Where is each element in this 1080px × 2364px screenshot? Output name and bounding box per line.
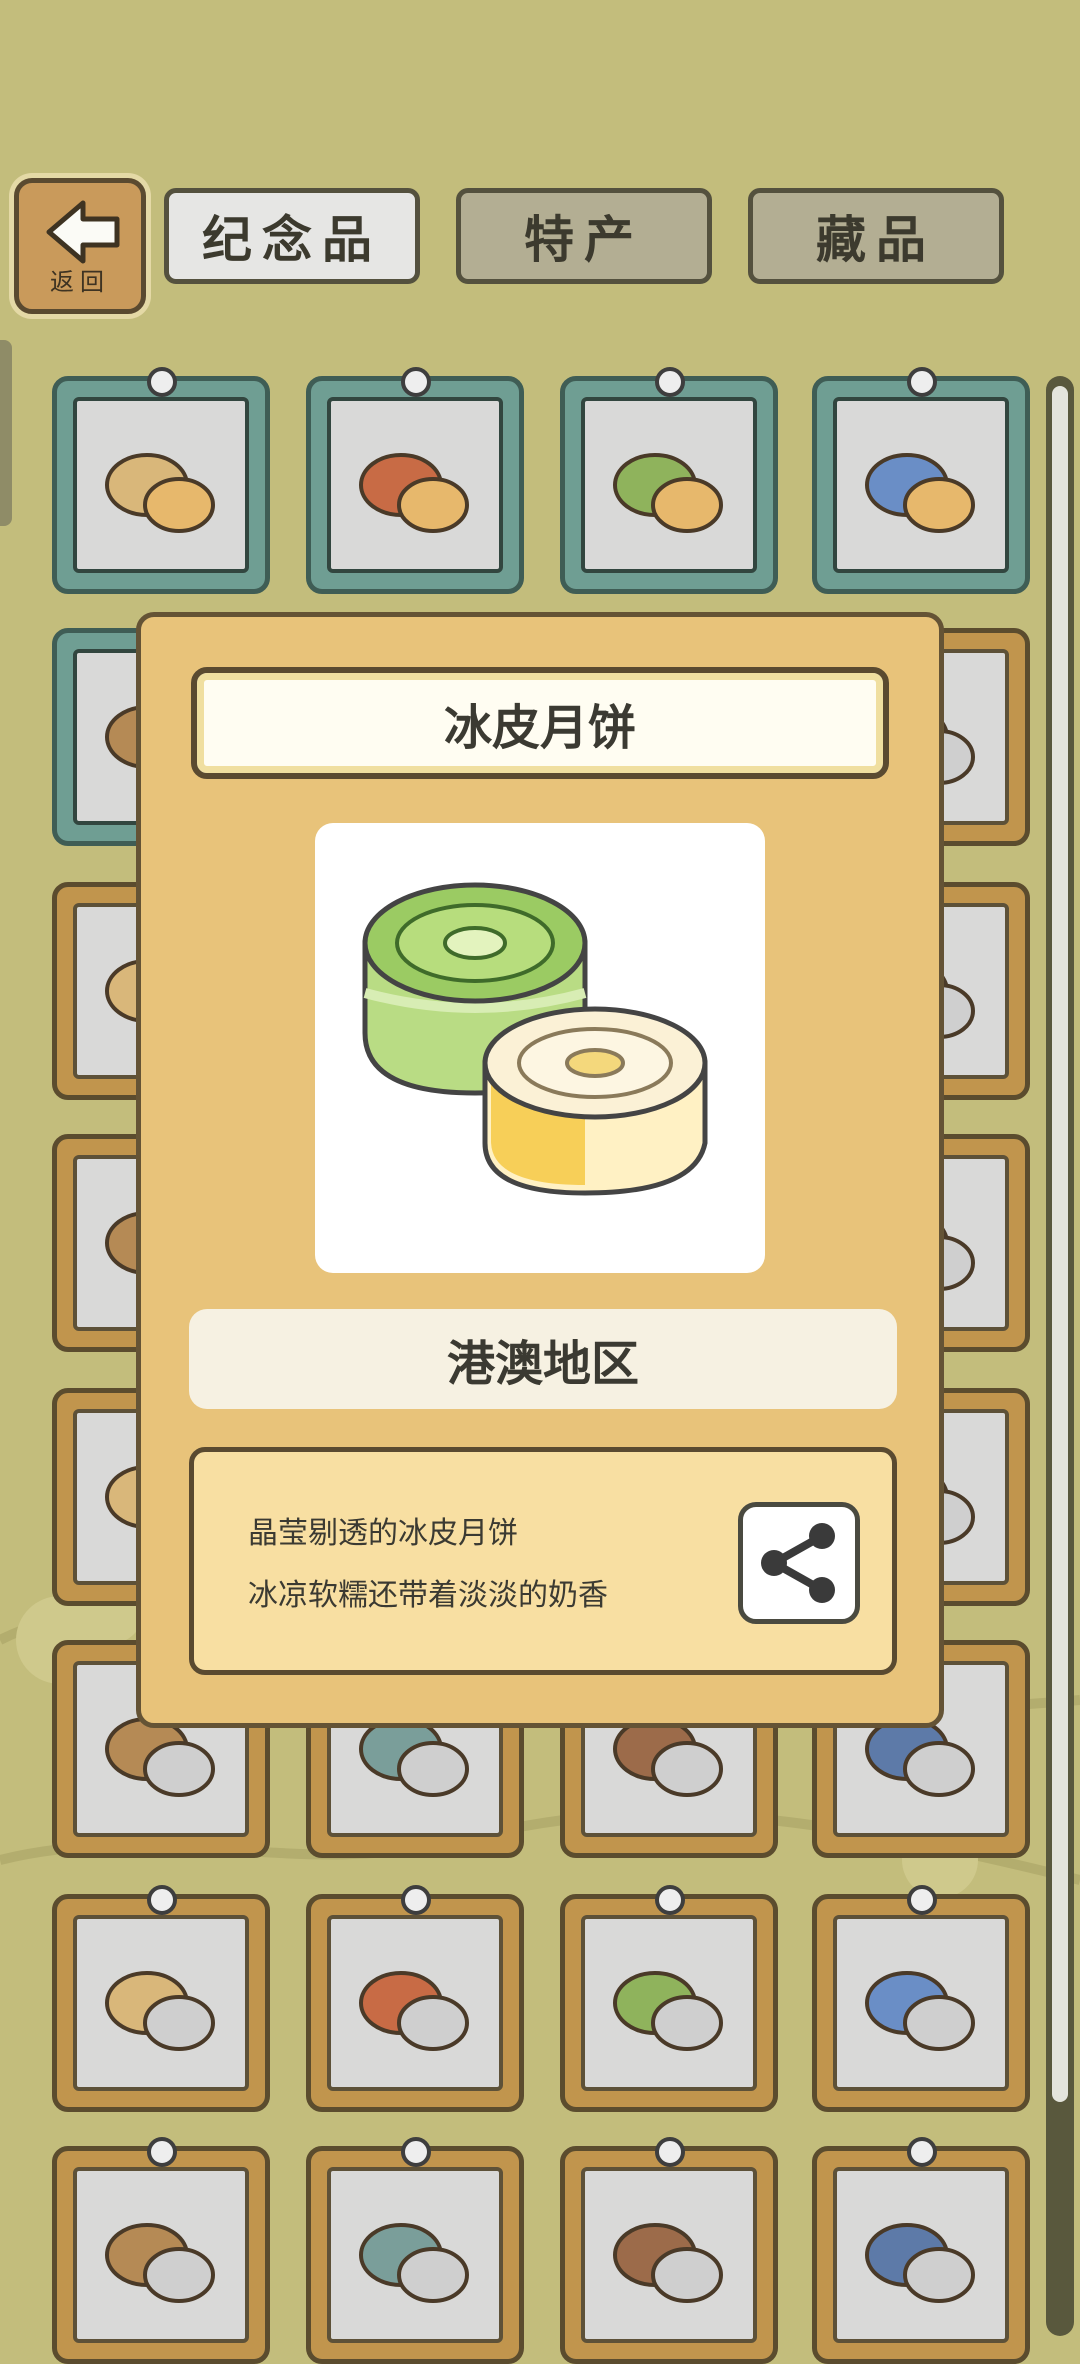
- scrollbar[interactable]: [1046, 376, 1074, 2336]
- ring-mooncake-icon: [105, 453, 215, 533]
- item-image: [315, 823, 765, 1273]
- share-icon: [761, 1523, 835, 1603]
- grid-cell[interactable]: [306, 2137, 524, 2364]
- scrollbar-thumb[interactable]: [1052, 386, 1068, 2102]
- jade-cup-icon: [359, 1971, 469, 2051]
- egg-yolk-mooncake-icon: [865, 453, 975, 533]
- blue-bowl-icon: [865, 2223, 975, 2303]
- item-title: 冰皮月饼: [191, 667, 889, 779]
- description-line-1: 晶莹剔透的冰皮月饼: [248, 1516, 518, 1551]
- snowskin-mooncake-illustration: [362, 882, 708, 1196]
- description-line-2: 冰凉软糯还带着淡淡的奶香: [248, 1578, 608, 1613]
- item-description: 晶莹剔透的冰皮月饼 冰凉软糯还带着淡淡的奶香: [189, 1447, 897, 1675]
- grid-cell[interactable]: [812, 2137, 1030, 2364]
- chinese-knot-icon: [613, 1971, 723, 2051]
- cantonese-mooncake-icon: [613, 453, 723, 533]
- grid-cell[interactable]: [560, 367, 778, 594]
- bronze-bell-icon: [359, 2223, 469, 2303]
- pocket-watch-icon: [865, 1971, 975, 2051]
- grid-cell[interactable]: [52, 2137, 270, 2364]
- grid-cell[interactable]: [560, 1885, 778, 2112]
- share-button[interactable]: [738, 1502, 860, 1624]
- silver-necklace-icon: [613, 2223, 723, 2303]
- grid-cell[interactable]: [812, 367, 1030, 594]
- grid-cell[interactable]: [52, 367, 270, 594]
- grid-cell[interactable]: [560, 2137, 778, 2364]
- grid-cell[interactable]: [306, 1885, 524, 2112]
- item-detail-popup: 冰皮月饼 港澳地区 晶莹剔透的冰皮月饼 冰凉软糯还带着淡淡的奶香: [136, 612, 944, 1728]
- grid-cell[interactable]: [52, 1885, 270, 2112]
- tang-horse-icon: [105, 1971, 215, 2051]
- item-region: 港澳地区: [189, 1309, 897, 1409]
- double-decker-bus-icon: [105, 2223, 215, 2303]
- grid-cell[interactable]: [812, 1885, 1030, 2112]
- red-seal-mooncake-icon: [359, 453, 469, 533]
- grid-cell[interactable]: [306, 367, 524, 594]
